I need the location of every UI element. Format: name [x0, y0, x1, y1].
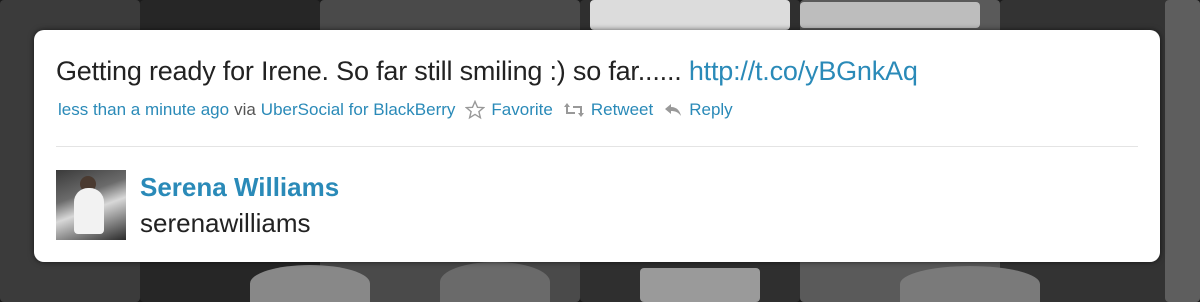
divider	[56, 146, 1138, 147]
reply-button[interactable]: Reply	[663, 100, 733, 120]
tweet-card: Getting ready for Irene. So far still sm…	[34, 30, 1160, 262]
via-label: via	[234, 100, 256, 119]
timestamp-link[interactable]: less than a minute ago	[58, 100, 229, 120]
avatar[interactable]	[56, 170, 126, 240]
retweet-button[interactable]: Retweet	[563, 100, 653, 120]
favorite-button[interactable]: Favorite	[465, 100, 553, 120]
retweet-icon	[563, 103, 584, 117]
user-handle: serenawilliams	[140, 208, 311, 238]
reply-icon	[665, 104, 682, 116]
star-icon	[465, 100, 486, 120]
tweet-meta: less than a minute ago via UberSocial fo…	[58, 100, 733, 120]
reply-label: Reply	[689, 100, 733, 119]
retweet-label: Retweet	[590, 100, 654, 119]
tweet-text: Getting ready for Irene. So far still sm…	[56, 56, 918, 87]
tweet-body: Getting ready for Irene. So far still sm…	[56, 56, 682, 86]
user-name[interactable]: Serena Williams	[140, 172, 339, 203]
favorite-label: Favorite	[491, 100, 553, 119]
source-link[interactable]: UberSocial for BlackBerry	[261, 100, 456, 120]
tweet-link[interactable]: http://t.co/yBGnkAq	[689, 56, 918, 86]
